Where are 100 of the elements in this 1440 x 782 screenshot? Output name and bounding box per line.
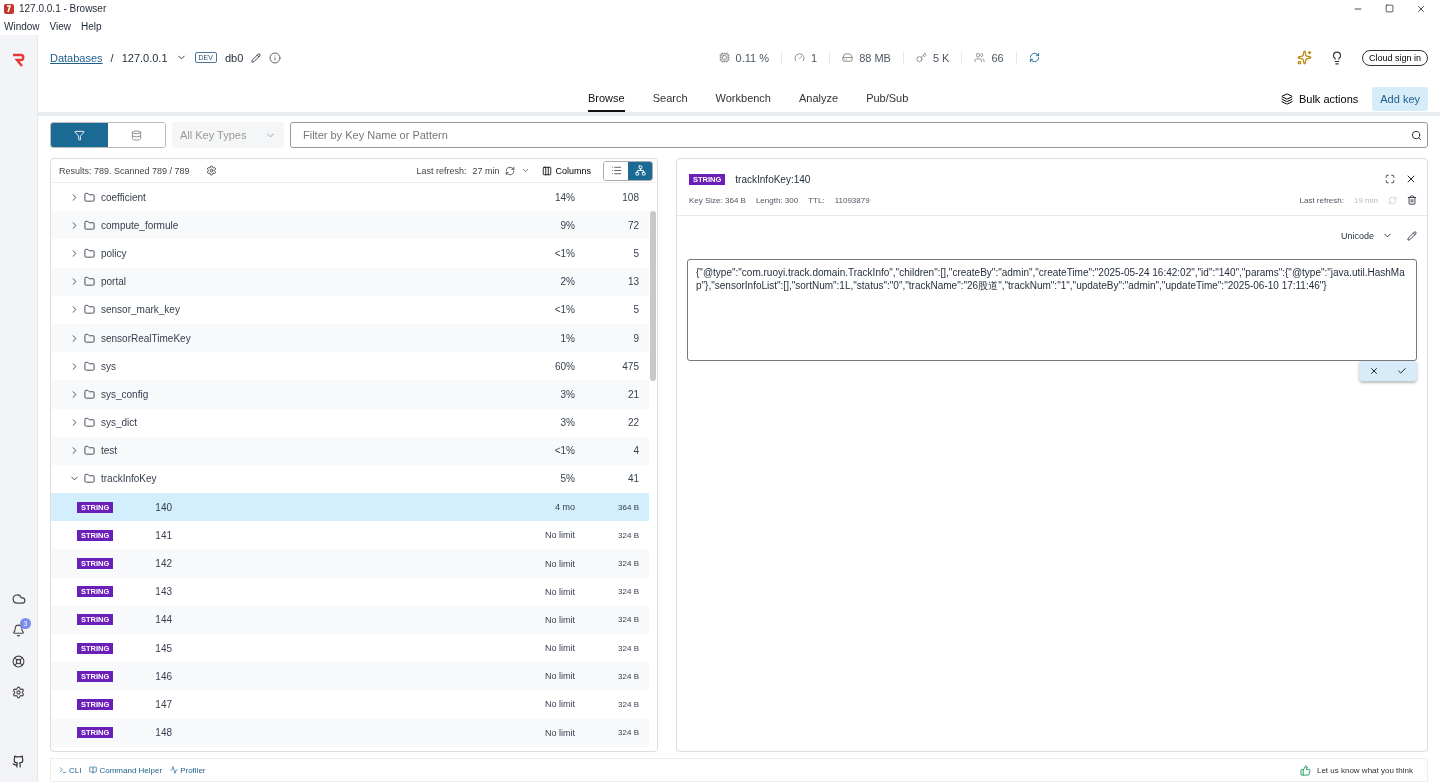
stat-value: 0.11 %: [735, 51, 769, 64]
folder-row[interactable]: test <1% 4: [51, 436, 649, 465]
menu-item[interactable]: Window: [4, 20, 40, 32]
ttl-cell-text: No limit: [544, 699, 575, 710]
ttl-cell-text: 4 mo: [554, 502, 575, 513]
refresh-value: 27 min: [472, 165, 500, 176]
scrollbar-thumb[interactable]: [650, 211, 656, 381]
ttl-cell-text: No limit: [544, 586, 575, 597]
folder-name: test: [101, 445, 119, 457]
percent-cell-text: 9%: [559, 219, 575, 231]
close-icon: [1369, 366, 1379, 376]
bottom-tool-link[interactable]: Profiler: [170, 765, 206, 775]
count-cell-text: 4: [632, 445, 639, 457]
folder-icon: [84, 473, 95, 485]
github-icon[interactable]: [12, 755, 25, 768]
count-cell-text: 21: [626, 388, 639, 400]
refresh-icon[interactable]: [1028, 52, 1040, 63]
search-icon[interactable]: [1411, 130, 1422, 141]
count-cell-text: 22: [626, 417, 639, 429]
edit-icon[interactable]: [1407, 230, 1417, 241]
database-icon: [131, 129, 142, 141]
count-cell-text: 5: [632, 247, 639, 259]
activity-icon: [170, 766, 179, 774]
ttl-cell-text: No limit: [544, 643, 575, 654]
size-cell-text: 324 B: [617, 615, 639, 625]
tab[interactable]: Workbench: [715, 92, 771, 112]
folder-name: trackInfoKey: [101, 473, 158, 485]
settings-icon[interactable]: [12, 686, 25, 699]
count-cell-text: 108: [621, 191, 639, 203]
key-name: 147: [155, 698, 174, 710]
search-field[interactable]: Filter by Key Name or Pattern: [290, 122, 1428, 148]
columns-icon: [542, 165, 553, 176]
bottom-tool-link[interactable]: CLI: [59, 765, 82, 775]
ttl-cell-text: No limit: [544, 558, 575, 569]
apply-button[interactable]: [1397, 366, 1407, 376]
list-icon: [610, 165, 622, 176]
bell-icon[interactable]: [12, 624, 25, 637]
value-editor[interactable]: {"@type":"com.ruoyi.track.domain.TrackInfo","children":[],"createBy":"admin","createTime":"2025-05-24 16:42:02","id":"140","params":{"@type":"java.util.HashMap"},"sensorInfoList":[],"sortNum":1L,"status":"0","trackName":"26股道","trackNum":"1","updateBy":"admin","updateTime":"2025-06-10 17:11:46"}: [687, 259, 1417, 361]
thumbs-up-icon: [1299, 764, 1311, 776]
percent-cell-text: 3%: [559, 417, 575, 429]
folder-name: policy: [101, 247, 128, 259]
folder-name: sys: [101, 360, 117, 372]
chevron-icon[interactable]: [69, 247, 80, 259]
stat-value: 1: [811, 51, 818, 64]
key-name: 148: [155, 727, 174, 739]
size-cell-text: 324 B: [617, 671, 639, 681]
edit-icon[interactable]: [251, 52, 262, 63]
menu-item[interactable]: View: [49, 20, 72, 32]
results-summary: Results: 789. Scanned 789 / 789: [59, 165, 190, 176]
app-logo: [10, 53, 27, 67]
ttl-cell-text: No limit: [544, 530, 575, 541]
folder-icon: [84, 388, 95, 400]
maximize-icon[interactable]: [1385, 3, 1394, 13]
close-icon[interactable]: [1405, 173, 1417, 185]
feedback-button[interactable]: Let us know what you think: [1293, 763, 1419, 777]
percent-cell-text: <1%: [553, 304, 575, 316]
key-name: 141: [155, 529, 174, 541]
menu-item[interactable]: Help: [81, 20, 102, 32]
folder-icon: [84, 247, 95, 259]
size-cell-text: 324 B: [617, 699, 639, 709]
chevron-icon[interactable]: [521, 166, 531, 175]
refresh-icon[interactable]: [505, 165, 516, 176]
settings-icon[interactable]: [205, 165, 217, 176]
folder-row[interactable]: sys_config 3% 21: [51, 380, 649, 409]
fullscreen-icon[interactable]: [1385, 174, 1395, 184]
cloud-icon[interactable]: [11, 592, 26, 606]
breadcrumb-separator: /: [110, 51, 114, 64]
cancel-button[interactable]: [1369, 366, 1379, 376]
folder-row[interactable]: portal 2% 13: [51, 267, 649, 296]
key-title: trackInfoKey:140: [735, 173, 811, 185]
tree-icon: [634, 165, 646, 176]
info-icon[interactable]: [269, 51, 282, 64]
key-name: 145: [155, 642, 174, 654]
folder-icon: [84, 360, 95, 372]
help-icon[interactable]: [12, 655, 25, 668]
sparkles-icon[interactable]: [1296, 50, 1312, 65]
folder-row[interactable]: compute_formule 9% 72: [51, 211, 649, 240]
tab[interactable]: Analyze: [799, 92, 839, 112]
databases-link[interactable]: Databases: [50, 51, 103, 64]
window-title: 127.0.0.1 - Browser: [19, 3, 107, 14]
close-icon[interactable]: [1416, 3, 1426, 14]
tab[interactable]: Search: [652, 92, 688, 112]
tab[interactable]: Pub/Sub: [866, 92, 909, 112]
tab[interactable]: Browse: [588, 92, 625, 112]
tree-view-button[interactable]: [628, 161, 652, 180]
bottom-tool-link[interactable]: Command Helper: [89, 765, 163, 775]
folder-icon: [84, 191, 95, 203]
delete-icon[interactable]: [1407, 195, 1417, 205]
format-select[interactable]: Unicode: [1340, 230, 1374, 241]
folder-icon: [84, 417, 95, 429]
add-key-button[interactable]: Add key: [1372, 87, 1428, 111]
bulk-actions-button[interactable]: Bulk actions: [1274, 92, 1365, 106]
folder-row[interactable]: sensorRealTimeKey 1% 9: [51, 323, 649, 353]
cloud-sign-in-button[interactable]: Cloud sign in: [1361, 49, 1428, 66]
layers-icon: [1280, 93, 1293, 105]
key-size: Key Size: 364 B: [689, 195, 746, 205]
refresh-label: Last refresh:: [1299, 195, 1344, 205]
key-name: 140: [155, 501, 174, 513]
columns-button[interactable]: Columns: [536, 164, 597, 177]
ttl-value: 11093879: [834, 195, 870, 205]
